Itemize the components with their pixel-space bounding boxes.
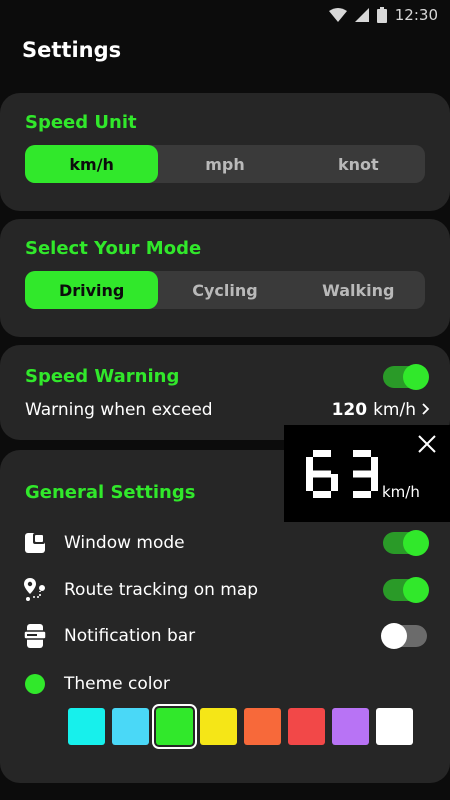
speed-warning-toggle[interactable] <box>383 364 429 390</box>
mode-option-cycling[interactable]: Cycling <box>158 271 291 309</box>
mode-title: Select Your Mode <box>25 238 202 259</box>
theme-swatch[interactable] <box>112 708 149 745</box>
digit-segment <box>353 491 371 498</box>
toggle-knob <box>381 623 407 649</box>
digit-segment <box>313 470 331 478</box>
warning-threshold-number: 120 <box>331 400 368 420</box>
warning-threshold-label: Warning when exceed <box>25 400 213 420</box>
status-time: 12:30 <box>394 6 438 24</box>
digit-segment <box>306 474 313 491</box>
setting-row-route-tracking: Route tracking on map <box>22 574 427 606</box>
speed-unit-option-mph[interactable]: mph <box>158 145 291 183</box>
floating-speed-value <box>306 449 380 503</box>
theme-color-dot-icon <box>22 671 48 697</box>
setting-row-window-mode: Window mode <box>22 527 427 559</box>
digit-segment <box>353 470 371 478</box>
digit-segment <box>353 450 371 457</box>
mode-option-driving[interactable]: Driving <box>25 271 159 309</box>
digit-segment <box>331 474 338 491</box>
mode-option-walking[interactable]: Walking <box>292 271 425 309</box>
toggle-knob <box>403 577 429 603</box>
warning-threshold-value: 120 km/h <box>332 400 430 420</box>
theme-swatch[interactable] <box>152 704 197 749</box>
theme-swatch[interactable] <box>200 708 237 745</box>
theme-swatch[interactable] <box>288 708 325 745</box>
phone-notification-icon <box>22 623 48 649</box>
digit-segment <box>371 474 378 491</box>
theme-swatch[interactable] <box>332 708 369 745</box>
theme-swatch[interactable] <box>68 708 105 745</box>
window-icon <box>22 530 48 556</box>
close-icon[interactable] <box>416 433 438 455</box>
digit-segment <box>313 491 331 498</box>
route-tracking-toggle[interactable] <box>383 577 429 603</box>
digit-segment <box>371 457 378 474</box>
status-bar: 12:30 <box>0 0 450 30</box>
window-mode-label: Window mode <box>64 533 185 553</box>
digit-segment <box>313 450 331 457</box>
speed-unit-option-knot[interactable]: knot <box>292 145 425 183</box>
theme-color-swatches <box>68 704 413 749</box>
warning-threshold-unit: km/h <box>373 400 416 420</box>
floating-speed-widget[interactable]: km/h <box>284 425 450 522</box>
speed-unit-title: Speed Unit <box>25 112 137 133</box>
window-mode-toggle[interactable] <box>383 530 429 556</box>
route-icon <box>22 577 48 603</box>
theme-color-label: Theme color <box>64 674 170 694</box>
notification-bar-toggle[interactable] <box>381 623 427 649</box>
mode-selector: Driving Cycling Walking <box>25 271 425 309</box>
theme-swatch[interactable] <box>376 708 413 745</box>
warning-threshold-row[interactable]: Warning when exceed 120 km/h <box>25 400 430 420</box>
notification-bar-label: Notification bar <box>64 626 196 646</box>
floating-speed-unit: km/h <box>382 483 420 501</box>
cellular-signal-icon <box>354 8 369 22</box>
toggle-knob <box>403 364 429 390</box>
theme-swatch[interactable] <box>244 708 281 745</box>
battery-icon <box>376 7 387 23</box>
route-tracking-label: Route tracking on map <box>64 580 259 600</box>
speed-unit-selector: km/h mph knot <box>25 145 425 183</box>
page-title: Settings <box>22 38 122 62</box>
chevron-right-icon <box>422 400 430 420</box>
general-settings-title: General Settings <box>25 482 196 503</box>
speed-warning-title: Speed Warning <box>25 366 180 387</box>
setting-row-notification-bar: Notification bar <box>22 620 427 652</box>
digit-segment <box>306 457 313 474</box>
setting-row-theme-color: Theme color <box>22 668 427 700</box>
speed-unit-option-kmh[interactable]: km/h <box>25 145 159 183</box>
wifi-icon <box>328 8 347 22</box>
toggle-knob <box>403 530 429 556</box>
seven-segment-display <box>306 450 378 498</box>
